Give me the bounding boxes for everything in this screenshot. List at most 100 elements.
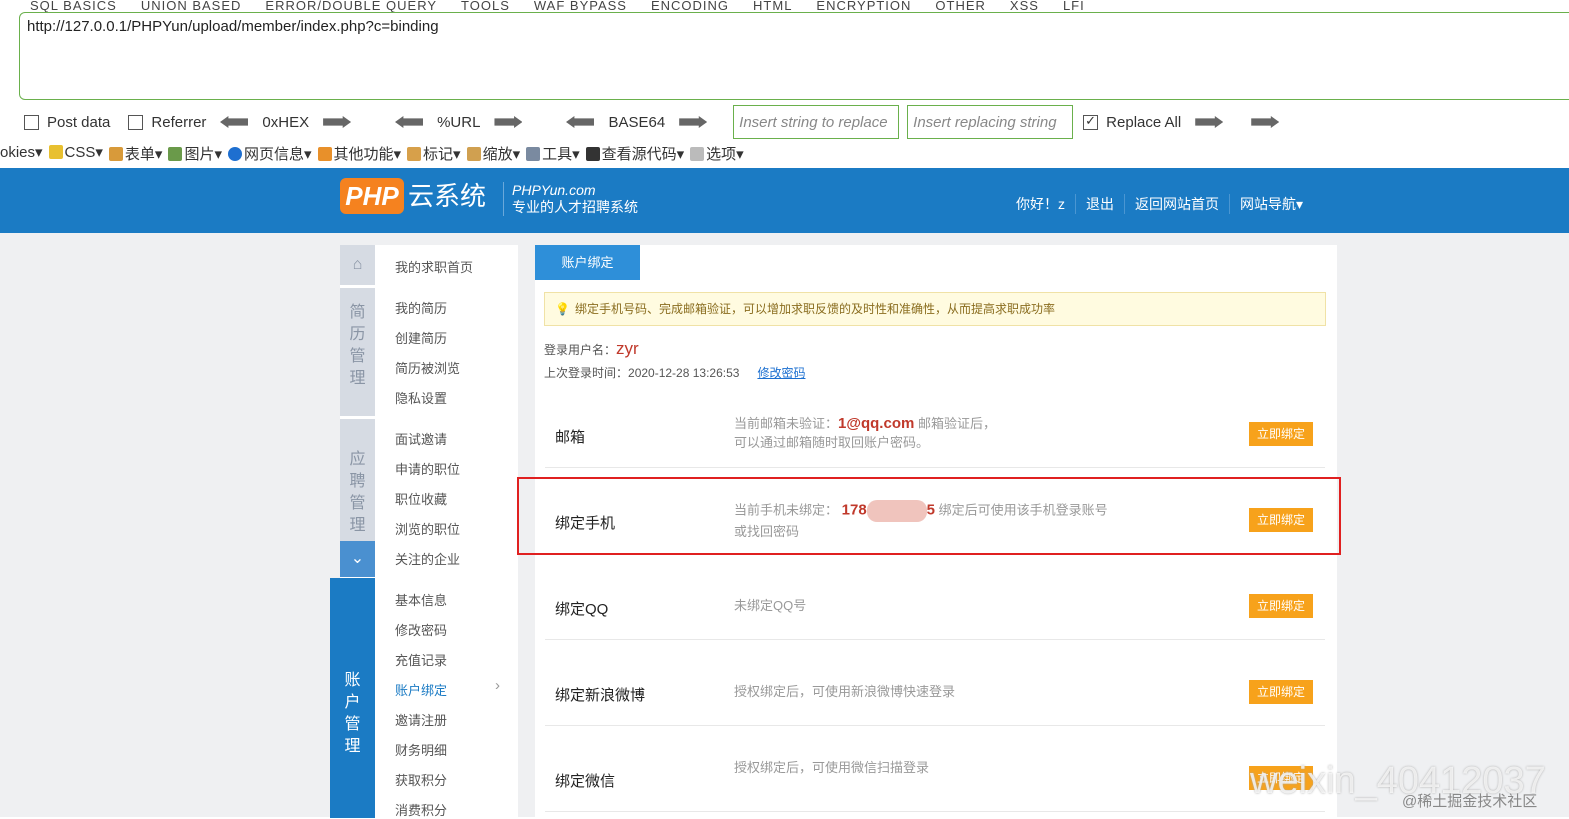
sidebar-item[interactable]: 申请的职位 <box>395 459 460 478</box>
label: Post data <box>47 113 111 131</box>
chevron-right-icon: › <box>495 677 500 694</box>
logo[interactable]: PHP <box>340 178 404 214</box>
sidebar-item[interactable]: 我的简历 <box>395 298 447 317</box>
site-slogan: PHPYun.com 专业的人才招聘系统 <box>503 182 638 216</box>
terminal-icon <box>585 147 600 161</box>
watermark-source: @稀土掘金技术社区 <box>1402 793 1538 810</box>
replace-back-button[interactable] <box>1251 116 1280 128</box>
sidebar-item[interactable]: 创建简历 <box>395 328 447 347</box>
lightbulb-icon: 💡 <box>555 302 570 316</box>
logout-link[interactable]: 退出 <box>1075 194 1124 214</box>
tools-menu[interactable]: 工具▾ <box>526 143 580 164</box>
last-login: 上次登录时间：2020-12-28 13:26:53 修改密码 <box>544 366 806 380</box>
image-icon <box>168 147 183 161</box>
bind-email-button[interactable]: 立即绑定 <box>1249 422 1313 446</box>
sidebar-item[interactable]: 邀请注册 <box>395 710 447 729</box>
ruler-icon <box>466 147 481 161</box>
sidebar-item[interactable]: 简历被浏览 <box>395 358 460 377</box>
sidebar-item[interactable]: 充值记录 <box>395 650 447 669</box>
home-link[interactable]: 返回网站首页 <box>1124 194 1229 214</box>
base64-decode-button[interactable] <box>566 116 594 128</box>
css-menu[interactable]: CSS▾ <box>48 143 103 164</box>
home-icon: ⌂ <box>340 245 375 285</box>
tip-banner: 💡 绑定手机号码、完成邮箱验证，可以增加求职反馈的及时性和准确性，从而提高求职成功… <box>544 292 1326 326</box>
sidebar-item[interactable]: 职位收藏 <box>395 489 447 508</box>
row-title: 邮箱 <box>555 429 586 446</box>
webdeveloper-toolbar: okies▾ CSS▾ 表单▾ 图片▾ 网页信息▾ 其他功能▾ 标记▾ 缩放▾ … <box>0 143 744 164</box>
site-header <box>0 168 1569 233</box>
site-nav-dropdown[interactable]: 网站导航▾ <box>1229 194 1313 214</box>
sidebar-item[interactable]: 财务明细 <box>395 740 447 759</box>
header-nav: 你好！z 退出 返回网站首页 网站导航▾ <box>1016 194 1313 214</box>
site-name: PHPYun.com <box>512 182 596 198</box>
post-data-checkbox[interactable]: Post data <box>24 114 110 131</box>
bind-qq-button[interactable]: 立即绑定 <box>1249 594 1313 618</box>
greeting: 你好！z <box>1016 196 1065 212</box>
hackbar-options: Post data Referrer 0xHEX %URL BASE64 Ins… <box>24 105 1293 139</box>
sidebar-item[interactable]: 浏览的职位 <box>395 519 460 538</box>
row-title: 绑定新浪微博 <box>555 687 646 704</box>
hackbar-menu: SQL BASICS UNION BASED ERROR/DOUBLE QUERY T… <box>30 0 1109 12</box>
sidebar-item[interactable]: 修改密码 <box>395 620 447 639</box>
url-label: %URL <box>437 113 481 131</box>
info-icon <box>227 147 242 161</box>
chevron-down-icon[interactable]: ⌄ <box>340 541 375 577</box>
group-apply: 应聘管理 <box>340 419 375 541</box>
clipboard-icon <box>108 147 123 161</box>
sidebar-item-home[interactable]: 我的求职首页 <box>395 257 473 276</box>
label: Referrer <box>151 113 207 131</box>
tools-icon <box>526 147 541 161</box>
outline-menu[interactable]: 标记▾ <box>407 143 461 164</box>
replacing-input[interactable]: Insert replacing string <box>907 105 1074 139</box>
sidebar-item[interactable]: 消费积分 <box>395 800 447 819</box>
highlight-box <box>517 477 1341 555</box>
binding-row-wechat: 绑定微信 授权绑定后，可使用微信扫描登录 立即绑定 <box>545 744 1325 812</box>
url-encode-button[interactable] <box>494 116 523 128</box>
replace-all-checkbox[interactable]: Replace All <box>1083 113 1182 131</box>
slogan: 专业的人才招聘系统 <box>512 199 638 215</box>
tab-account-binding[interactable]: 账户绑定 <box>535 245 640 280</box>
row-desc: 授权绑定后，可使用新浪微博快速登录 <box>734 684 956 699</box>
base64-label: BASE64 <box>608 113 666 131</box>
forms-menu[interactable]: 表单▾ <box>108 143 162 164</box>
misc-menu[interactable]: 其他功能▾ <box>317 143 401 164</box>
row-desc: 未绑定QQ号 <box>734 598 807 613</box>
url-decode-button[interactable] <box>395 116 423 128</box>
replace-input[interactable]: Insert string to replace <box>733 105 900 139</box>
sidebar-item-active[interactable]: 账户绑定 <box>395 680 447 699</box>
resize-menu[interactable]: 缩放▾ <box>466 143 520 164</box>
bind-weibo-button[interactable]: 立即绑定 <box>1249 680 1313 704</box>
hex-decode-button[interactable] <box>220 116 248 128</box>
sidebar-item[interactable]: 面试邀请 <box>395 429 447 448</box>
options-menu[interactable]: 选项▾ <box>690 143 744 164</box>
options-icon <box>690 147 705 161</box>
pencil-icon <box>48 145 63 159</box>
label: Replace All <box>1106 113 1182 131</box>
group-account: 账户管理 <box>330 578 375 818</box>
binding-row-qq: 绑定QQ 未绑定QQ号 立即绑定 <box>545 572 1325 640</box>
login-user: 登录用户名：zyr <box>544 339 639 358</box>
sidebar-item[interactable]: 隐私设置 <box>395 388 447 407</box>
view-source-menu[interactable]: 查看源代码▾ <box>585 143 684 164</box>
info-menu[interactable]: 网页信息▾ <box>227 143 312 164</box>
logo-text: 云系统 <box>408 181 487 211</box>
url-input[interactable]: http://127.0.0.1/PHPYun/upload/member/in… <box>19 12 1569 100</box>
username: zyr <box>616 339 639 358</box>
row-title: 绑定QQ <box>555 601 609 618</box>
sidebar-item[interactable]: 获取积分 <box>395 770 447 789</box>
row-desc: 授权绑定后，可使用微信扫描登录 <box>734 760 930 775</box>
pen-icon <box>407 147 422 161</box>
sidebar-item[interactable]: 基本信息 <box>395 590 447 609</box>
hex-encode-button[interactable] <box>323 116 352 128</box>
sidebar-item[interactable]: 关注的企业 <box>395 549 460 568</box>
row-desc: 当前邮箱未验证：1@qq.com 邮箱验证后， 可以通过邮箱随时取回账户密码。 <box>734 415 996 450</box>
book-icon <box>317 147 332 161</box>
referrer-checkbox[interactable]: Referrer <box>128 114 206 131</box>
replace-button[interactable] <box>1195 116 1224 128</box>
images-menu[interactable]: 图片▾ <box>168 143 222 164</box>
cookies-menu[interactable]: okies▾ <box>0 143 43 164</box>
change-password-link[interactable]: 修改密码 <box>757 366 805 380</box>
hex-label: 0xHEX <box>262 113 310 131</box>
binding-row-email: 邮箱 当前邮箱未验证：1@qq.com 邮箱验证后， 可以通过邮箱随时取回账户密码… <box>545 400 1325 468</box>
base64-encode-button[interactable] <box>679 116 708 128</box>
